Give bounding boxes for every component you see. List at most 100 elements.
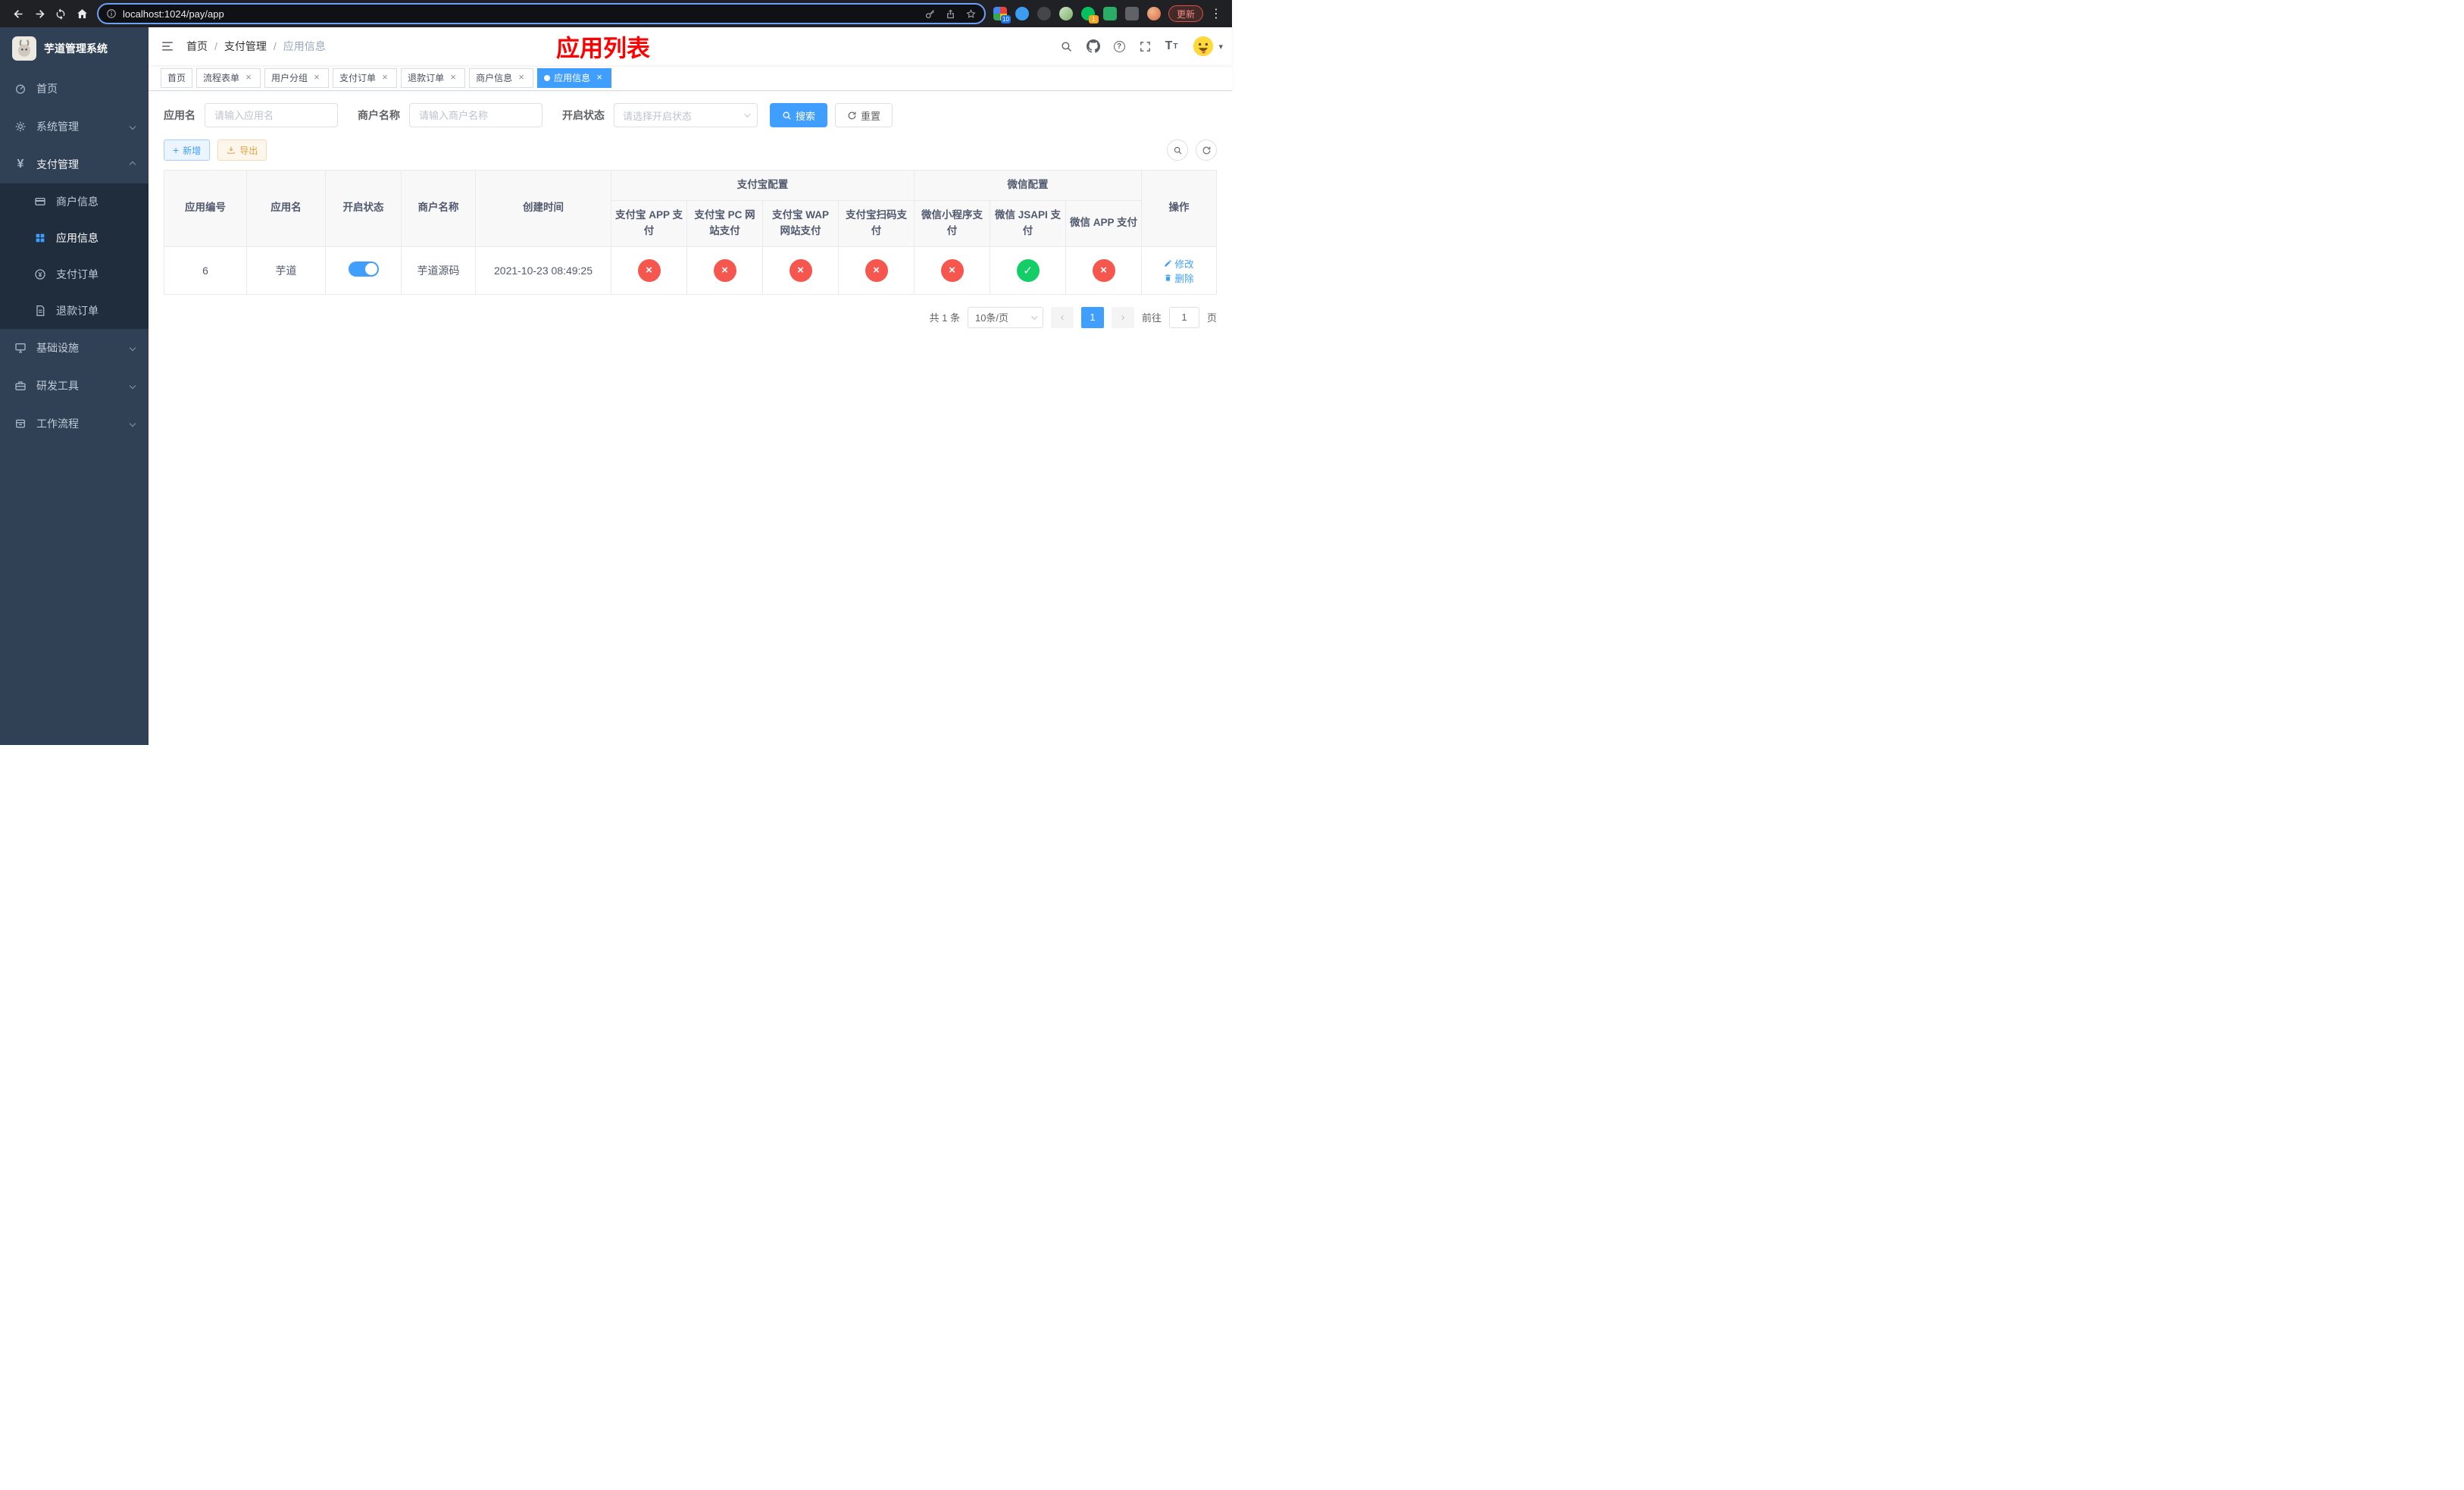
tab-app-info[interactable]: 应用信息 × [537, 67, 612, 88]
chevron-down-icon [129, 344, 136, 352]
help-icon[interactable]: ? [1107, 27, 1132, 65]
status-toggle[interactable] [348, 261, 379, 277]
bookmark-star-icon[interactable] [965, 8, 977, 20]
delete-link[interactable]: 删除 [1164, 271, 1194, 285]
sidebar-item-refund-orders[interactable]: 退款订单 [0, 293, 149, 329]
tab-home[interactable]: 首页 [161, 67, 193, 88]
extension-icon[interactable]: 10 [993, 7, 1011, 23]
export-button[interactable]: 导出 [217, 139, 267, 161]
chevron-down-icon [129, 420, 136, 427]
col-header-created: 创建时间 [475, 170, 611, 247]
pagination: 共 1 条 10条/页 ‹ 1 › 前往 页 [164, 306, 1217, 328]
dashboard-icon [14, 83, 27, 95]
cell-app-name: 芋道 [246, 246, 326, 295]
cell-actions: 修改 删除 [1141, 246, 1217, 295]
tab-user-group[interactable]: 用户分组 × [264, 67, 330, 88]
extension-icon[interactable]: 1 [1080, 7, 1099, 23]
document-icon [33, 305, 47, 317]
sidebar-item-payment[interactable]: ¥ 支付管理 [0, 146, 149, 183]
cross-icon: × [940, 258, 964, 282]
close-icon[interactable]: × [311, 72, 322, 83]
app-name-input[interactable] [205, 103, 338, 127]
col-header-wechat-app: 微信 APP 支付 [1065, 199, 1142, 247]
goto-page-input[interactable] [1168, 306, 1199, 328]
close-icon[interactable]: × [448, 72, 458, 83]
tab-pay-orders[interactable]: 支付订单 × [333, 67, 398, 88]
tab-refund-orders[interactable]: 退款订单 × [401, 67, 466, 88]
sidebar-item-dev-tools[interactable]: 研发工具 [0, 367, 149, 405]
search-toggle-button[interactable] [1167, 139, 1188, 161]
close-icon[interactable]: × [516, 72, 527, 83]
page-size-select[interactable]: 10条/页 [967, 306, 1043, 328]
search-button[interactable]: 搜索 [770, 103, 828, 127]
fullscreen-icon[interactable] [1132, 27, 1159, 65]
forward-button[interactable] [29, 3, 50, 24]
sidebar-item-app-info[interactable]: 应用信息 [0, 220, 149, 256]
tabs-bar: 首页 流程表单 × 用户分组 × 支付订单 × 退款订单 × 商户信息 × 应用信息 × [149, 65, 1232, 91]
edit-link[interactable]: 修改 [1164, 256, 1194, 271]
back-button[interactable] [8, 3, 29, 24]
cell-alipay-scan-status: × [838, 246, 915, 295]
close-icon[interactable]: × [243, 72, 254, 83]
cell-app-id: 6 [164, 246, 247, 295]
current-page-button[interactable]: 1 [1080, 306, 1104, 328]
password-key-icon[interactable] [924, 8, 936, 20]
add-button[interactable]: + 新增 [164, 139, 211, 161]
sidebar-item-system[interactable]: 系统管理 [0, 108, 149, 146]
extension-icon[interactable] [1102, 7, 1117, 20]
col-header-alipay-scan: 支付宝扫码支付 [838, 199, 915, 247]
gear-icon [14, 121, 27, 133]
extension-icon[interactable] [1015, 7, 1029, 20]
workflow-icon [14, 418, 27, 430]
prev-page-button[interactable]: ‹ [1050, 306, 1074, 328]
tab-merchant-info[interactable]: 商户信息 × [469, 67, 534, 88]
next-page-button[interactable]: › [1111, 306, 1134, 328]
browser-menu-icon[interactable]: ⋮ [1208, 6, 1224, 21]
sidebar-item-label: 退款订单 [56, 305, 98, 317]
breadcrumb-item[interactable]: 支付管理 [224, 39, 267, 54]
extension-icon[interactable] [1124, 7, 1139, 20]
extension-icon[interactable] [1146, 7, 1161, 20]
col-header-alipay-app: 支付宝 APP 支付 [611, 199, 687, 247]
cell-wechat-jsapi-status: ✓ [990, 246, 1066, 295]
pagination-total: 共 1 条 [929, 312, 960, 324]
github-icon[interactable] [1080, 27, 1107, 65]
table-row: 6 芋道 芋道源码 2021-10-23 08:49:25 × × × × × [164, 246, 1217, 295]
merchant-name-input[interactable] [409, 103, 543, 127]
search-icon[interactable] [1053, 27, 1080, 65]
col-header-alipay-wap: 支付宝 WAP 网站支付 [762, 199, 839, 247]
reset-button[interactable]: 重置 [835, 103, 893, 127]
extensions-strip: 10 1 [993, 7, 1161, 23]
font-size-icon[interactable]: TT [1159, 27, 1185, 65]
sidebar-item-home[interactable]: 首页 [0, 70, 149, 108]
tab-process-form[interactable]: 流程表单 × [196, 67, 261, 88]
sidebar-toggle-button[interactable] [149, 27, 186, 65]
col-header-merchant: 商户名称 [401, 170, 476, 247]
close-icon[interactable]: × [380, 72, 390, 83]
cell-wechat-mini-status: × [914, 246, 990, 295]
status-select[interactable]: 请选择开启状态 [614, 103, 758, 127]
cross-icon: × [789, 258, 812, 282]
reload-button[interactable] [50, 3, 71, 24]
share-icon[interactable] [945, 8, 956, 20]
breadcrumb-separator: / [273, 40, 277, 52]
user-menu[interactable]: ▾ [1192, 35, 1223, 58]
extension-icon[interactable] [1037, 7, 1051, 20]
refresh-button[interactable] [1196, 139, 1217, 161]
sidebar-item-workflow[interactable]: 工作流程 [0, 405, 149, 443]
sidebar-item-merchant-info[interactable]: 商户信息 [0, 183, 149, 220]
yen-icon: ¥ [17, 158, 24, 171]
breadcrumb-item[interactable]: 首页 [186, 39, 208, 54]
site-info-icon[interactable] [106, 8, 117, 19]
plus-icon: + [173, 144, 180, 156]
close-icon[interactable]: × [594, 72, 605, 83]
page-content: 应用名 商户名称 开启状态 请选择开启状态 搜索 重置 [149, 91, 1232, 745]
browser-update-button[interactable]: 更新 [1168, 5, 1203, 22]
sidebar-item-pay-orders[interactable]: 支付订单 [0, 256, 149, 293]
sidebar-item-label: 商户信息 [56, 196, 98, 208]
sidebar-item-infrastructure[interactable]: 基础设施 [0, 329, 149, 367]
top-navbar: 首页 / 支付管理 / 应用信息 应用列表 ? TT ▾ [149, 27, 1232, 65]
home-button[interactable] [71, 3, 92, 24]
extension-icon[interactable] [1058, 7, 1073, 20]
address-bar[interactable]: localhost:1024/pay/app [97, 3, 986, 24]
